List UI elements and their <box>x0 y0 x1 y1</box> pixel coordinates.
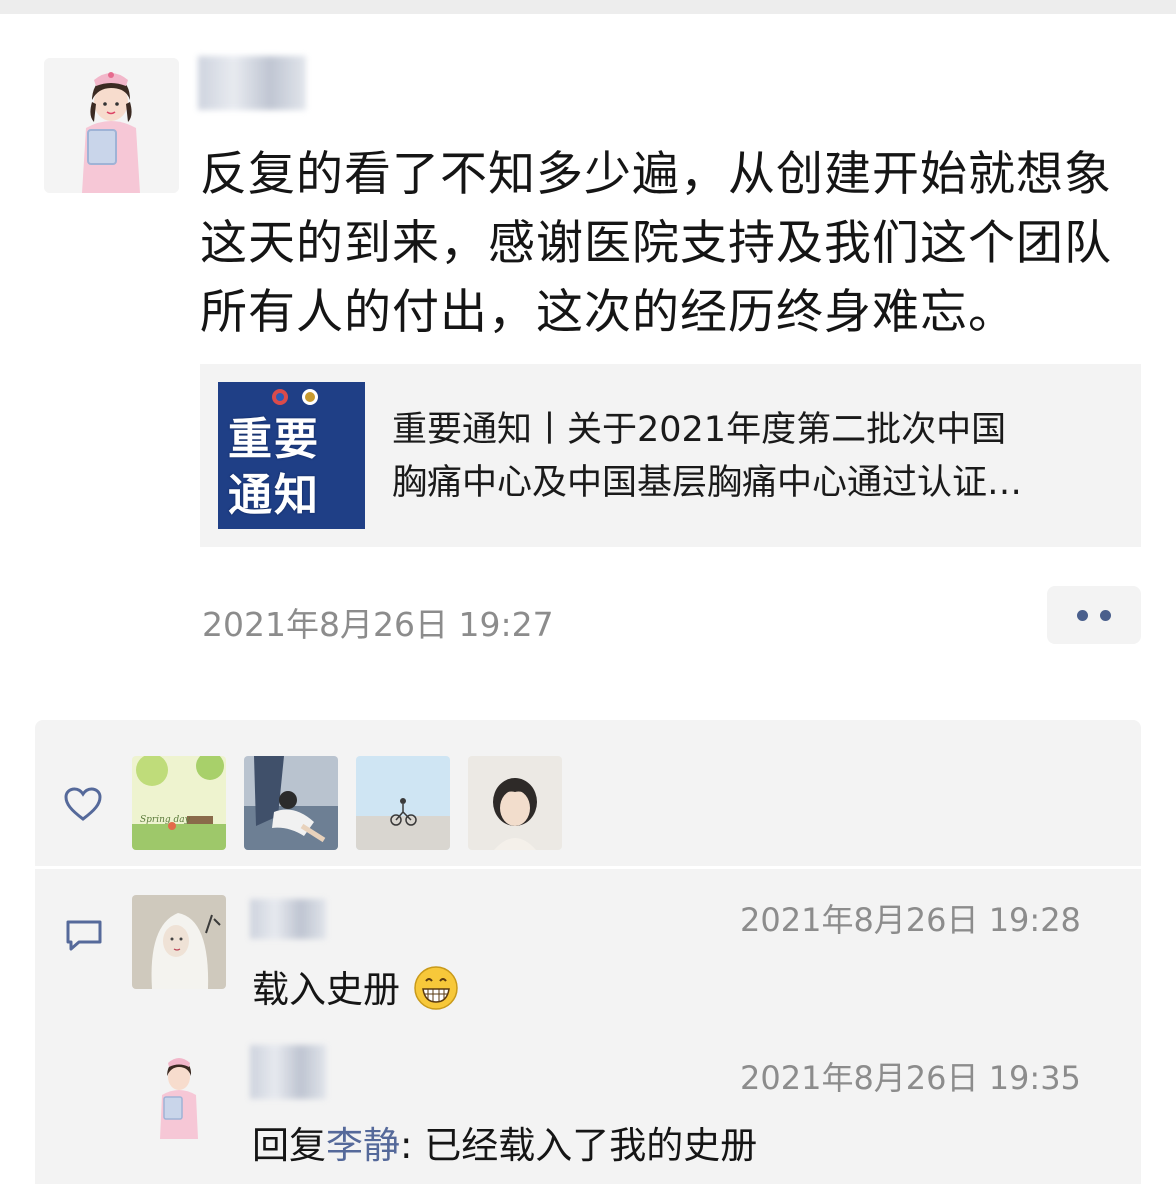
comment-avatar-nurse[interactable] <box>132 1045 226 1139</box>
article-title-line: 重要通知丨关于2021年度第二批次中国 <box>392 410 1007 450</box>
heart-outline-icon <box>64 787 102 821</box>
comment-text-body: 载入史册 <box>252 968 400 1011</box>
like-avatar-girl-by-water[interactable] <box>244 756 338 850</box>
nurse-avatar-small-icon <box>132 1045 226 1139</box>
dot-icon <box>1077 610 1088 621</box>
post-text-line: 所有人的付出，这次的经历终身难忘。 <box>200 285 1016 340</box>
replier-name-blurred[interactable] <box>250 1045 326 1099</box>
likes-panel: Spring day <box>35 720 1141 866</box>
reply-to-name-link[interactable]: 李静 <box>326 1124 400 1167</box>
like-avatar-beach-bicycle[interactable] <box>356 756 450 850</box>
comment-timestamp: 2021年8月26日 19:28 <box>740 901 1081 939</box>
more-actions-button[interactable] <box>1047 586 1141 644</box>
post-text-line: 反复的看了不知多少遍，从创建开始就想象 <box>200 147 1112 202</box>
reply-text: 回复李静: 已经载入了我的史册 <box>252 1115 757 1169</box>
girl-by-water-image-icon <box>244 756 338 850</box>
org-logos-icon <box>272 389 318 405</box>
nurse-avatar-icon <box>44 58 179 193</box>
article-thumbnail-text: 重要 通知 <box>228 412 356 524</box>
article-title: 重要通知丨关于2021年度第二批次中国 胸痛中心及中国基层胸痛中心通过认证… <box>392 404 1132 510</box>
comment-text: 载入史册 <box>252 959 460 1013</box>
comment-bubble-icon <box>66 920 102 951</box>
spring-day-image-icon: Spring day <box>132 756 226 850</box>
spring-day-caption: Spring day <box>140 815 191 825</box>
commenter-name-blurred[interactable] <box>250 899 326 939</box>
girl-portrait-image-icon <box>468 756 562 850</box>
beach-bicycle-image-icon <box>356 756 450 850</box>
author-avatar[interactable] <box>44 58 179 193</box>
author-name-blurred[interactable] <box>198 56 306 110</box>
comment-avatar-white-hair-girl[interactable] <box>132 895 226 989</box>
post-text-line: 这天的到来，感谢医院支持及我们这个团队 <box>200 216 1112 271</box>
comments-panel: 2021年8月26日 19:28 载入史册 2021年8月26日 19:35 回… <box>35 869 1141 1184</box>
article-thumbnail: 重要 通知 <box>218 382 365 529</box>
grinning-emoji-icon <box>414 966 458 1010</box>
dot-icon <box>1100 610 1111 621</box>
shared-article-card[interactable]: 重要 通知 重要通知丨关于2021年度第二批次中国 胸痛中心及中国基层胸痛中心通… <box>200 364 1141 547</box>
article-title-line: 胸痛中心及中国基层胸痛中心通过认证… <box>392 463 1023 503</box>
white-hair-girl-avatar-icon <box>132 895 226 989</box>
like-avatar-spring-day[interactable]: Spring day <box>132 756 226 850</box>
top-divider <box>0 0 1176 14</box>
post-text: 反复的看了不知多少遍，从创建开始就想象 这天的到来，感谢医院支持及我们这个团队 … <box>200 140 1150 347</box>
thumb-text-line: 重要 <box>228 414 320 465</box>
thumb-text-line: 通知 <box>228 470 320 521</box>
reply-timestamp: 2021年8月26日 19:35 <box>740 1059 1081 1097</box>
reply-prefix: 回复 <box>252 1124 326 1167</box>
reply-body: : 已经载入了我的史册 <box>400 1124 758 1167</box>
like-avatar-girl-portrait[interactable] <box>468 756 562 850</box>
post-timestamp: 2021年8月26日 19:27 <box>202 605 554 644</box>
